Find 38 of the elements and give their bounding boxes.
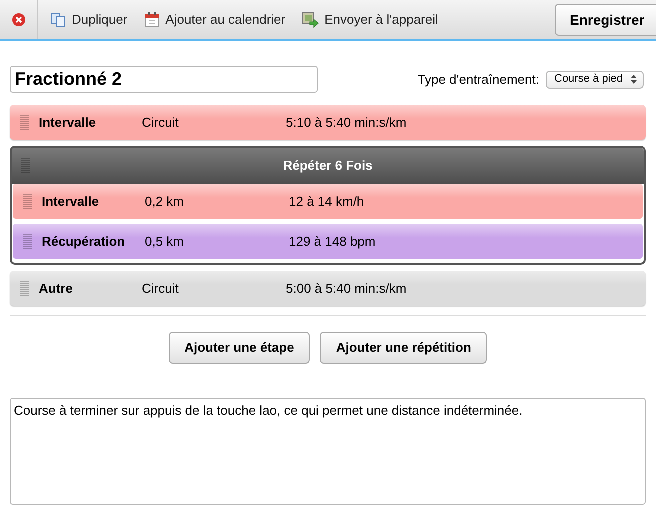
add-button[interactable]: Ajouter une étape	[168, 332, 310, 364]
step-target: 5:10 à 5:40 min:s/km	[286, 114, 407, 132]
step-name: Autre	[39, 280, 74, 298]
workout-step[interactable]: Intervalle 0,2 km 12 à 14 km/h	[13, 184, 643, 219]
workout-step[interactable]: Récupération 0,5 km 129 à 148 bpm	[13, 224, 643, 259]
drag-handle-icon[interactable]	[20, 280, 29, 297]
step-target: 5:00 à 5:40 min:s/km	[286, 280, 407, 298]
calendar-icon	[144, 12, 160, 28]
step-name: Intervalle	[39, 114, 98, 132]
copy-icon	[50, 12, 66, 28]
drag-handle-icon[interactable]	[23, 193, 32, 210]
workout-step[interactable]: Autre Circuit 5:00 à 5:40 min:s/km	[10, 271, 646, 306]
workout-name-field[interactable]: Fractionné 2	[10, 66, 318, 93]
step-duration: Circuit	[142, 114, 180, 132]
workout-type-select[interactable]: Course à pied	[546, 70, 644, 88]
repeat-label: Répéter 6 Fois	[283, 157, 373, 176]
drag-handle-icon[interactable]	[20, 114, 29, 131]
toolbar-button[interactable]: Dupliquer	[50, 10, 128, 30]
notes-field[interactable]: Course à terminer sur appuis de la touche lao, ce qui permet une distance indéterminée.	[10, 398, 646, 505]
workout-step[interactable]: Intervalle Circuit 5:10 à 5:40 min:s/km	[10, 105, 646, 140]
close-icon[interactable]	[12, 12, 26, 26]
step-name: Récupération	[42, 232, 126, 251]
step-target: 12 à 14 km/h	[289, 192, 364, 211]
drag-handle-icon[interactable]	[21, 157, 30, 174]
drag-handle-icon[interactable]	[23, 233, 32, 250]
step-duration: Circuit	[142, 280, 180, 298]
toolbar-button[interactable]: Ajouter au calendrier	[144, 10, 286, 30]
step-duration: 0,5 km	[145, 232, 186, 251]
repeat-header[interactable]: Répéter 6 Fois	[12, 148, 644, 184]
toolbar-button[interactable]: Envoyer à l'appareil	[302, 10, 438, 30]
device-arrow-icon	[302, 12, 319, 28]
workout-type-label: Type d'entraînement:	[418, 70, 540, 89]
step-duration: 0,2 km	[145, 192, 186, 211]
stepper-icon	[631, 75, 637, 84]
step-name: Intervalle	[42, 192, 100, 211]
add-button[interactable]: Ajouter une répétition	[320, 332, 488, 364]
save-button[interactable]: Enregistrer	[555, 4, 656, 36]
step-target: 129 à 148 bpm	[289, 232, 376, 251]
